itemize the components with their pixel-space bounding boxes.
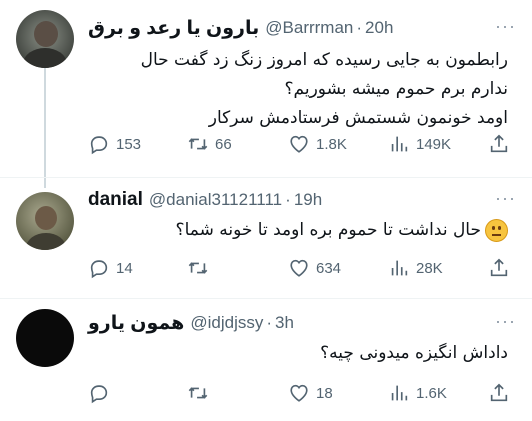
display-name[interactable]: همون یارو — [88, 312, 184, 335]
tweet-text: داداش انگیزه میدونی چیه؟ — [88, 339, 508, 368]
reply-icon — [90, 136, 108, 155]
timestamp[interactable]: 3h — [275, 313, 294, 333]
avatar[interactable] — [16, 192, 74, 250]
tweet-line: اومد خونمون شستمش فرستادمش سرکار — [208, 108, 508, 128]
views-icon — [391, 136, 408, 152]
retweet-button[interactable]: 66 — [187, 133, 232, 155]
avatar[interactable] — [16, 309, 74, 367]
tweet-1[interactable]: بارون یا رعد و برق @Barrrman · 20h ··· ر… — [0, 0, 532, 190]
reply-icon — [90, 260, 108, 279]
tweet-line: رابطمون به جایی رسیده که امروز زنگ زد گف… — [140, 50, 508, 70]
like-icon — [290, 135, 308, 153]
user-handle[interactable]: @Barrrman — [265, 18, 353, 38]
reply-button[interactable]: 14 — [88, 257, 133, 279]
views-button[interactable]: 149K — [388, 133, 451, 155]
share-button[interactable] — [488, 257, 516, 279]
display-name[interactable]: danial — [88, 189, 143, 211]
retweet-button[interactable] — [187, 257, 215, 279]
timestamp[interactable]: 19h — [294, 190, 322, 210]
like-icon — [290, 384, 308, 402]
separator-dot: · — [356, 18, 363, 37]
like-button[interactable]: 634 — [288, 257, 341, 279]
like-button[interactable]: 1.8K — [288, 133, 347, 155]
timestamp[interactable]: 20h — [365, 18, 393, 38]
action-bar: 18 1.6K — [88, 381, 516, 405]
user-handle[interactable]: @danial31121111 — [149, 190, 282, 210]
share-icon — [490, 383, 508, 402]
tweet-text: رابطمون به جایی رسیده که امروز زنگ زد گف… — [88, 46, 508, 133]
separator-dot: · — [285, 190, 291, 209]
like-count: 634 — [316, 259, 342, 277]
like-button[interactable]: 18 — [288, 382, 333, 404]
views-icon — [391, 385, 408, 401]
tweet-line: داداش انگیزه میدونی چیه؟ — [320, 343, 508, 363]
view-count: 28K — [416, 259, 443, 277]
share-button[interactable] — [488, 133, 516, 155]
action-bar: 153 66 1.8K 149K — [88, 132, 516, 156]
share-icon — [490, 258, 508, 277]
tweet-line: ندارم برم حموم میشه بشوریم؟ — [284, 79, 508, 99]
tweet-text: حال نداشت تا حموم بره اومد تا خونه شما؟ — [88, 216, 508, 245]
user-handle[interactable]: @idjdjssy — [190, 313, 263, 333]
more-options-icon[interactable]: ··· — [495, 16, 516, 37]
view-count: 149K — [416, 135, 452, 153]
share-button[interactable] — [488, 382, 516, 404]
views-button[interactable]: 1.6K — [388, 382, 447, 404]
retweet-count: 66 — [215, 135, 232, 153]
avatar[interactable] — [16, 10, 74, 68]
retweet-icon — [188, 387, 208, 399]
reply-button[interactable] — [88, 382, 116, 404]
like-count: 1.8K — [316, 135, 347, 153]
more-options-icon[interactable]: ··· — [495, 311, 516, 332]
tweet-line: حال نداشت تا حموم بره اومد تا خونه شما؟ — [175, 220, 481, 240]
retweet-icon — [188, 138, 208, 150]
reply-count: 153 — [116, 135, 142, 153]
like-icon — [290, 259, 308, 277]
tweet-3[interactable]: همون یارو @idjdjssy · 3h ··· داداش انگیز… — [0, 299, 532, 421]
separator-dot: · — [266, 313, 273, 332]
views-button[interactable]: 28K — [388, 257, 443, 279]
retweet-icon — [188, 262, 208, 274]
reply-count: 14 — [116, 259, 133, 277]
view-count: 1.6K — [416, 384, 447, 402]
action-bar: 14 634 28K — [88, 256, 516, 280]
more-options-icon[interactable]: ··· — [495, 188, 516, 209]
neutral-face-emoji-icon — [485, 218, 508, 242]
tweet-2[interactable]: danial @danial31121111 · 19h ··· حال ندا… — [0, 178, 532, 298]
views-icon — [391, 260, 408, 276]
share-icon — [490, 134, 508, 153]
like-count: 18 — [316, 384, 333, 402]
display-name[interactable]: بارون یا رعد و برق — [88, 17, 259, 40]
retweet-button[interactable] — [187, 382, 215, 404]
reply-icon — [90, 385, 108, 404]
reply-button[interactable]: 153 — [88, 133, 141, 155]
